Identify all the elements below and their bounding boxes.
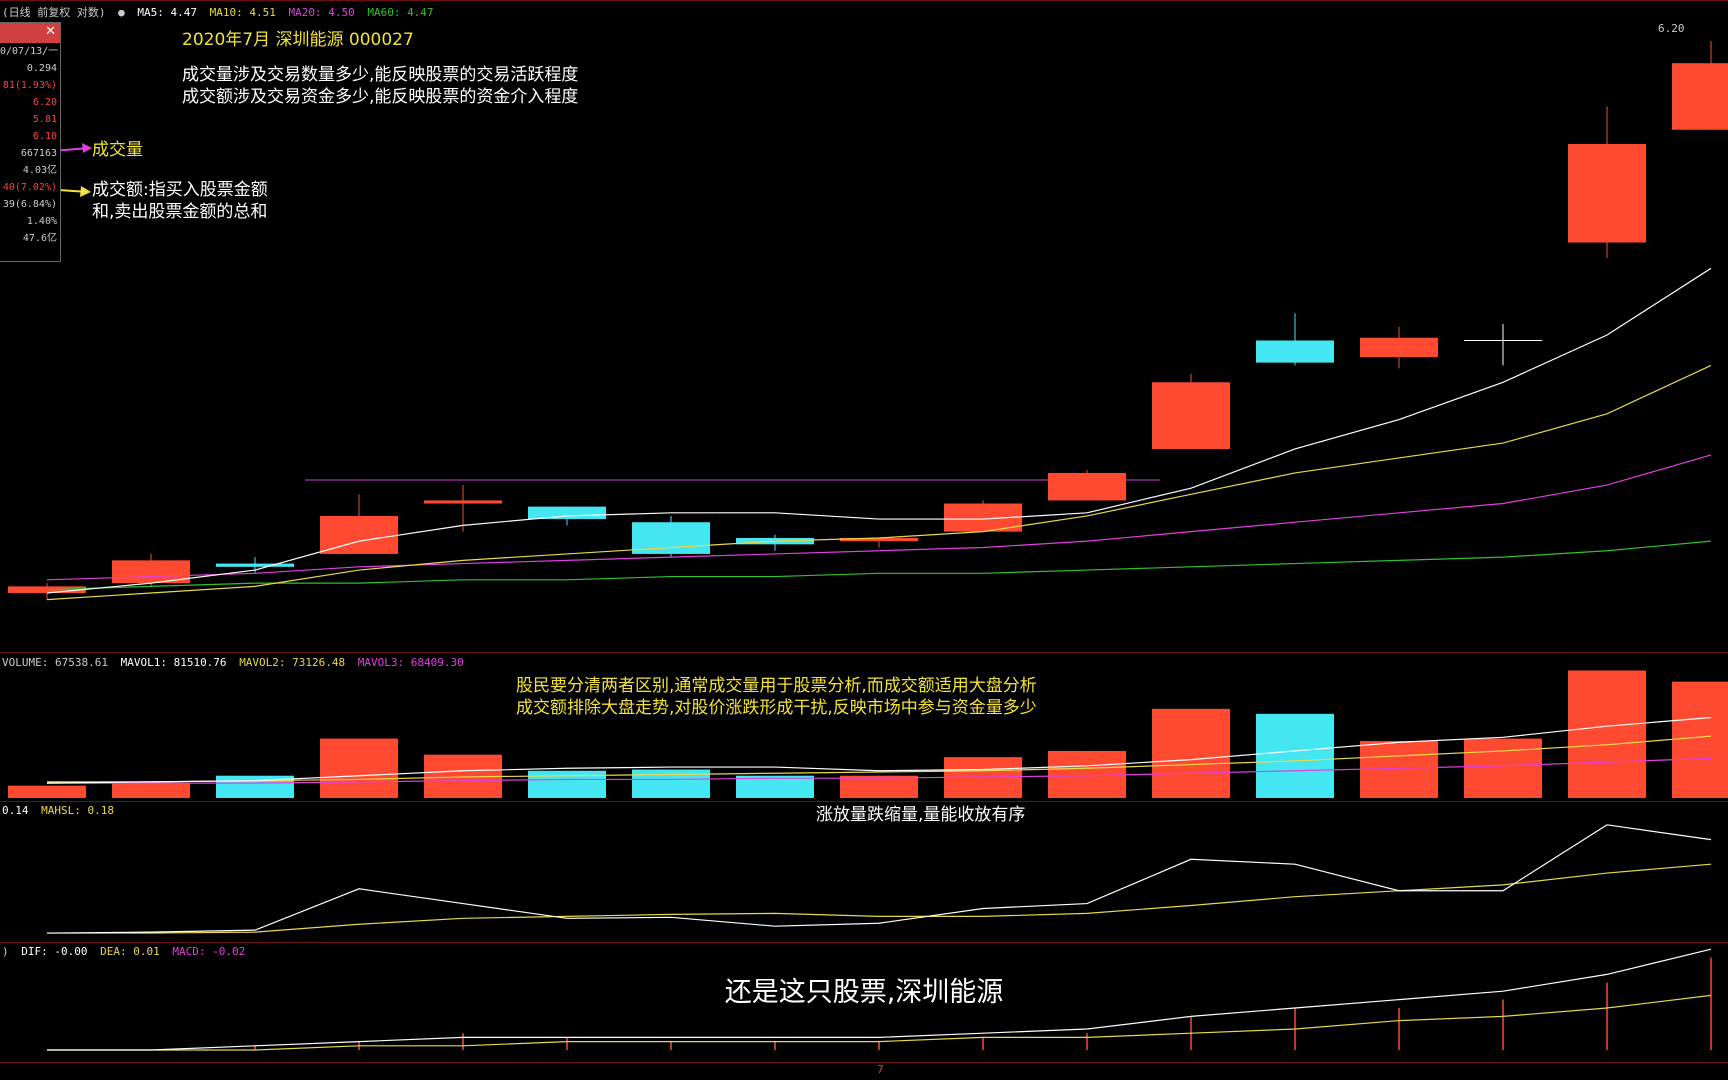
volume-header: VOLUME: 67538.61 MAVOL1: 81510.76 MAVOL2… bbox=[2, 656, 470, 669]
volume-arrow-head bbox=[82, 143, 92, 153]
candle-body bbox=[216, 563, 294, 567]
chart-title-annotation: 2020年7月 深圳能源 000027 bbox=[182, 30, 414, 50]
info-row: 81(1.93%) bbox=[2, 80, 57, 91]
info-box-header: ✕ bbox=[0, 23, 60, 43]
ma10-line bbox=[46, 364, 1712, 601]
info-row: 6.20 bbox=[32, 97, 57, 108]
chart-mode-label[interactable]: (日线 前复权 对数) bbox=[2, 6, 106, 19]
info-row: 0.294 bbox=[26, 63, 57, 74]
volume-bar bbox=[840, 775, 918, 798]
info-row: 47.6亿 bbox=[22, 233, 57, 244]
volume-bar bbox=[1152, 708, 1230, 798]
annotation-line-1: 成交量涉及交易数量多少,能反映股票的交易活跃程度 bbox=[182, 65, 579, 85]
mavol1-value: MAVOL1: 81510.76 bbox=[120, 656, 227, 669]
volume-bar bbox=[320, 738, 398, 798]
volume-bar bbox=[1672, 681, 1728, 798]
ma20-label: MA20: 4.50 bbox=[288, 6, 355, 19]
hsl-header: 0.14 MAHSL: 0.18 bbox=[2, 804, 120, 817]
volume-bar bbox=[1568, 670, 1646, 798]
info-row: 4.03亿 bbox=[22, 165, 57, 176]
candle-body bbox=[1256, 340, 1334, 363]
volume-note-2: 成交额排除大盘走势,对股价涨跌形成干扰,反映市场中参与资金量多少 bbox=[516, 698, 1037, 718]
price-high-label: 6.20 bbox=[1658, 22, 1685, 35]
quote-info-box: ✕ 0/07/13/一 0.294 81(1.93%) 6.20 5.81 6.10 667… bbox=[0, 22, 61, 262]
volume-bar bbox=[1256, 713, 1334, 798]
macd-value: MACD: -0.02 bbox=[172, 945, 246, 958]
candle-body bbox=[1672, 63, 1728, 130]
amount-annotation-2: 和,卖出股票金额的总和 bbox=[92, 202, 268, 222]
candle-body bbox=[424, 500, 502, 504]
info-row: 40(7.02%) bbox=[2, 182, 57, 193]
mavol2-value: MAVOL2: 73126.48 bbox=[239, 656, 346, 669]
volume-value: VOLUME: 67538.61 bbox=[2, 656, 108, 669]
ma5-label: MA5: 4.47 bbox=[137, 6, 197, 19]
info-row: 1.40% bbox=[26, 216, 57, 227]
info-row: 5.81 bbox=[32, 114, 57, 125]
price-header: (日线 前复权 对数) ● MA5: 4.47 MA10: 4.51 MA20:… bbox=[2, 4, 440, 20]
video-subtitle: 还是这只股票,深圳能源 bbox=[724, 977, 1004, 1008]
annotation-line-2: 成交额涉及交易资金多少,能反映股票的资金介入程度 bbox=[182, 87, 579, 107]
ma20-line bbox=[46, 454, 1712, 581]
volume-bar bbox=[112, 783, 190, 798]
macd-prefix: ) bbox=[2, 945, 9, 958]
ma60-label: MA60: 4.47 bbox=[367, 6, 434, 19]
info-row: 667163 bbox=[20, 148, 57, 159]
stock-chart[interactable] bbox=[0, 0, 1728, 1080]
dea-value: DEA: 0.01 bbox=[100, 945, 160, 958]
info-row: 39(6.84%) bbox=[2, 199, 57, 210]
volume-note-1: 股民要分清两者区别,通常成交量用于股票分析,而成交额适用大盘分析 bbox=[516, 676, 1037, 696]
hsl-value: 0.14 bbox=[2, 804, 29, 817]
macd-header: ) DIF: -0.00 DEA: 0.01 MACD: -0.02 bbox=[2, 945, 251, 958]
dif-value: DIF: -0.00 bbox=[21, 945, 88, 958]
amount-arrow-head bbox=[80, 186, 91, 197]
candle-body bbox=[1568, 143, 1646, 243]
close-icon[interactable]: ✕ bbox=[45, 24, 56, 39]
candle-body bbox=[1152, 382, 1230, 449]
settings-icon[interactable]: ● bbox=[118, 6, 125, 19]
volume-bar bbox=[1464, 738, 1542, 798]
info-rows: 0/07/13/一 0.294 81(1.93%) 6.20 5.81 6.10 66716… bbox=[0, 43, 60, 247]
x-axis-month-label: 7 bbox=[877, 1063, 884, 1076]
amount-annotation-1: 成交额:指买入股票金额 bbox=[92, 180, 268, 200]
mavol1-line bbox=[46, 716, 1712, 784]
mavol2-line bbox=[47, 735, 1712, 783]
ma60-line bbox=[46, 540, 1712, 591]
info-row: 6.10 bbox=[32, 131, 57, 142]
info-row: 0/07/13/一 bbox=[0, 46, 59, 57]
mahsl-value: MAHSL: 0.18 bbox=[41, 804, 114, 817]
candle-body bbox=[8, 586, 86, 593]
turnover-note: 涨放量跌缩量,量能收放有序 bbox=[816, 805, 1026, 825]
ma10-label: MA10: 4.51 bbox=[209, 6, 276, 19]
mavol3-value: MAVOL3: 68409.30 bbox=[357, 656, 464, 669]
candle-body bbox=[528, 506, 606, 520]
candle-body bbox=[1048, 472, 1126, 501]
volume-annotation: 成交量 bbox=[92, 140, 143, 160]
volume-bar bbox=[8, 785, 86, 798]
candle-body bbox=[1360, 337, 1438, 358]
